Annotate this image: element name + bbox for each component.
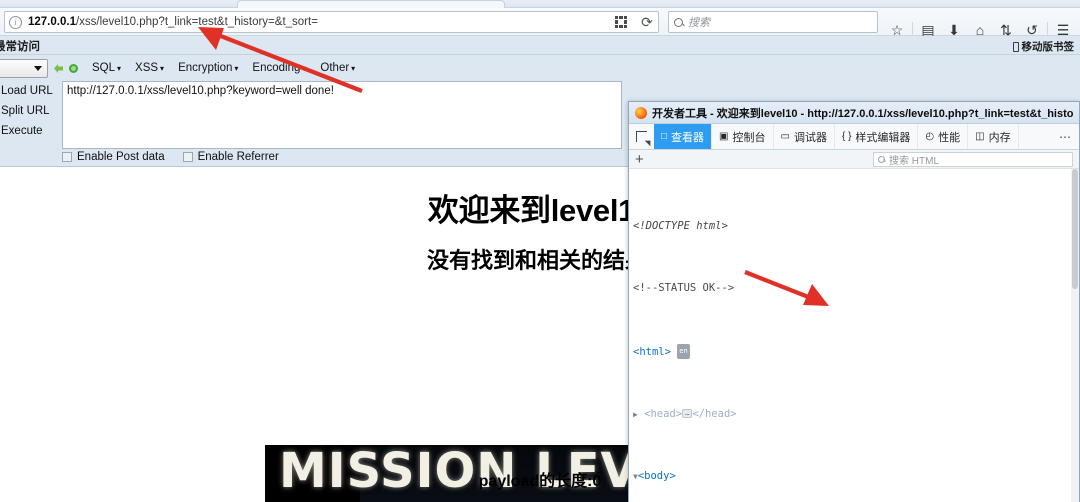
tab-console[interactable]: ▣ 控制台 bbox=[712, 124, 774, 149]
memory-icon: ◫ bbox=[975, 131, 985, 142]
hackbar-options: Enable Post data Enable Referrer bbox=[62, 151, 279, 163]
devtools-title-text: 开发者工具 - 欢迎来到level10 - http://127.0.0.1/x… bbox=[652, 107, 1073, 120]
hackbar-menu-sql-label: SQL bbox=[92, 62, 116, 74]
search-input[interactable]: 搜索 bbox=[668, 11, 878, 33]
tab-debugger[interactable]: ▭ 调试器 bbox=[774, 124, 835, 149]
tab-style-editor-label: 样式编辑器 bbox=[855, 131, 911, 144]
markup-line-body-open[interactable]: ▼<body> bbox=[629, 469, 1079, 485]
chevron-down-icon-4: ▾ bbox=[302, 64, 307, 73]
twisty-head-icon[interactable]: ▶ bbox=[633, 410, 638, 419]
hackbar-menu-encryption-label: Encryption bbox=[178, 62, 233, 74]
tab-performance[interactable]: ◴ 性能 bbox=[918, 124, 969, 149]
url-text: 127.0.0.1/xss/level10.php?t_link=test&t_… bbox=[28, 16, 318, 28]
markup-line-html-open[interactable]: <html> en bbox=[629, 343, 1079, 360]
enable-referrer-checkbox[interactable]: Enable Referrer bbox=[182, 151, 279, 163]
hackbar-menu-xss-label: XSS bbox=[135, 62, 159, 74]
load-url-button[interactable]: Load URL bbox=[0, 81, 62, 101]
enable-referrer-label: Enable Referrer bbox=[197, 151, 279, 163]
markup-toolbar: + 搜索 HTML bbox=[629, 150, 1079, 169]
ellipsis-icon-head[interactable]: … bbox=[682, 409, 693, 419]
bookmark-most-visited[interactable]: 最常访问 bbox=[0, 38, 40, 54]
inspector-icon: □ bbox=[661, 131, 668, 142]
search-icon-devtools bbox=[878, 155, 885, 163]
head-tag-close: head bbox=[704, 407, 731, 420]
url-path: /xss/level10.php?t_link=test&t_history=&… bbox=[75, 16, 318, 28]
hackbar-menu-sql[interactable]: SQL ▾ bbox=[85, 60, 128, 76]
firefox-icon bbox=[635, 106, 647, 119]
checkbox-box-post bbox=[62, 152, 72, 162]
enable-post-data-checkbox[interactable]: Enable Post data bbox=[62, 151, 165, 163]
head-tag-name: head bbox=[650, 407, 676, 420]
hackbar-nav-arrows bbox=[54, 64, 78, 73]
tab-performance-label: 性能 bbox=[938, 131, 961, 144]
markup-scrollbar[interactable] bbox=[1071, 169, 1079, 502]
devtools-more-icon[interactable]: ⋯ bbox=[1051, 124, 1079, 149]
devtools-titlebar[interactable]: 开发者工具 - 欢迎来到level10 - http://127.0.0.1/x… bbox=[629, 102, 1079, 124]
markup-line-head[interactable]: ▶ <head>… </head> bbox=[629, 407, 1079, 423]
html-search-placeholder: 搜索 HTML bbox=[889, 155, 939, 167]
screenshot-root: i 127.0.0.1/xss/level10.php?t_link=test&… bbox=[0, 0, 1080, 502]
qr-code-icon[interactable] bbox=[610, 13, 632, 31]
url-bar[interactable]: i 127.0.0.1/xss/level10.php?t_link=test&… bbox=[4, 11, 659, 33]
debugger-icon: ▭ bbox=[780, 131, 790, 142]
hackbar-button-column: Load URL Split URL Execute bbox=[0, 81, 62, 141]
tab-strip bbox=[0, 0, 1080, 8]
scroll-badge-icon: en bbox=[677, 343, 690, 360]
hackbar-menu: SQL ▾ XSS ▾ Encryption ▾ Encoding ▾ Other ▾ bbox=[85, 60, 362, 76]
body-tag-name: body bbox=[644, 470, 670, 483]
tab-memory-label: 内存 bbox=[988, 131, 1011, 144]
tab-console-label: 控制台 bbox=[732, 131, 766, 144]
markup-tree: <!DOCTYPE html> <!--STATUS OK--> <html> … bbox=[629, 169, 1079, 502]
back-arrow-icon[interactable] bbox=[54, 64, 63, 73]
tab-style-editor[interactable]: { } 样式编辑器 bbox=[835, 124, 919, 149]
performance-icon: ◴ bbox=[925, 131, 935, 142]
html-search-input[interactable]: 搜索 HTML bbox=[873, 151, 1073, 167]
split-url-button[interactable]: Split URL bbox=[0, 101, 62, 121]
devtools-tabbar: □ 查看器 ▣ 控制台 ▭ 调试器 { } 样式编辑器 ◴ 性能 ◫ 内存 ⋯ bbox=[629, 124, 1079, 150]
navigation-toolbar: i 127.0.0.1/xss/level10.php?t_link=test&… bbox=[0, 8, 1080, 38]
doctype-text: <!DOCTYPE html> bbox=[633, 219, 728, 232]
chevron-down-icon-3: ▾ bbox=[234, 64, 239, 73]
execute-button[interactable]: Execute bbox=[0, 121, 62, 141]
comment-text: <!--STATUS OK--> bbox=[633, 282, 735, 295]
hackbar-menu-encoding-label: Encoding bbox=[252, 62, 301, 74]
bookmark-mobile-label: 移动版书签 bbox=[1021, 41, 1075, 53]
reload-icon[interactable]: ⟳ bbox=[637, 12, 657, 32]
tab-memory[interactable]: ◫ 内存 bbox=[968, 124, 1019, 149]
html-tag-name: html bbox=[639, 345, 665, 358]
hackbar-menu-other[interactable]: Other ▾ bbox=[313, 60, 362, 76]
chevron-down-icon-5: ▾ bbox=[351, 64, 356, 73]
url-host: 127.0.0.1 bbox=[28, 16, 76, 28]
add-node-button[interactable]: + bbox=[635, 152, 644, 167]
element-picker-icon[interactable] bbox=[629, 124, 654, 149]
hackbar-menu-encryption[interactable]: Encryption ▾ bbox=[171, 60, 245, 76]
tab-debugger-label: 调试器 bbox=[793, 131, 827, 144]
bookmarks-toolbar: 最常访问 移动版书签 bbox=[0, 36, 1080, 55]
hackbar-menu-xss[interactable]: XSS ▾ bbox=[128, 60, 171, 76]
hackbar-menu-other-label: Other bbox=[320, 62, 350, 74]
chevron-down-icon-2: ▾ bbox=[160, 64, 165, 73]
devtools-window: 开发者工具 - 欢迎来到level10 - http://127.0.0.1/x… bbox=[628, 101, 1080, 502]
tab-inspector[interactable]: □ 查看器 bbox=[654, 124, 713, 149]
markup-line-doctype[interactable]: <!DOCTYPE html> bbox=[629, 219, 1079, 235]
markup-scrollbar-thumb[interactable] bbox=[1072, 169, 1078, 289]
mobile-icon bbox=[1012, 41, 1019, 52]
checkbox-box-referrer bbox=[182, 152, 193, 162]
enable-post-data-label: Enable Post data bbox=[77, 151, 165, 163]
add-icon[interactable] bbox=[69, 64, 78, 73]
site-info-icon[interactable]: i bbox=[9, 15, 22, 29]
search-placeholder: 搜索 bbox=[688, 17, 710, 29]
console-icon: ▣ bbox=[719, 131, 729, 142]
tab-inspector-label: 查看器 bbox=[671, 131, 705, 144]
style-editor-icon: { } bbox=[841, 131, 852, 142]
markup-line-comment[interactable]: <!--STATUS OK--> bbox=[629, 281, 1079, 297]
chevron-down-icon: ▾ bbox=[117, 64, 122, 73]
hackbar-preset-select[interactable] bbox=[0, 59, 48, 78]
bookmark-mobile[interactable]: 移动版书签 bbox=[1012, 39, 1075, 54]
search-icon bbox=[674, 17, 683, 27]
browser-tab[interactable] bbox=[237, 0, 505, 8]
hackbar-menu-encoding[interactable]: Encoding ▾ bbox=[245, 60, 313, 76]
hackbar-url-textarea[interactable]: http://127.0.0.1/xss/level10.php?keyword… bbox=[62, 81, 622, 149]
